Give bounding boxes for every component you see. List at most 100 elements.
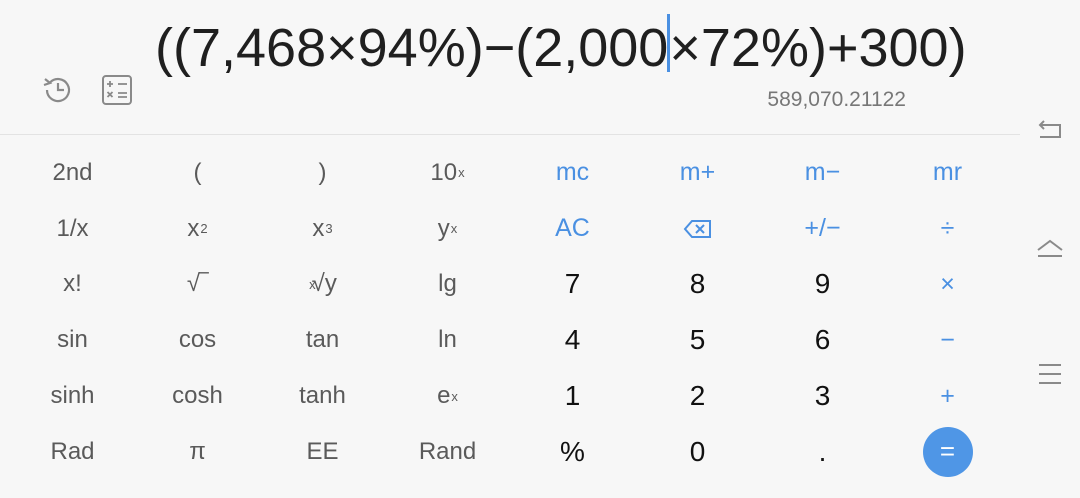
- reciprocal-key[interactable]: 1/x: [10, 201, 135, 257]
- nth-root-label: √y: [311, 270, 337, 298]
- equals-key[interactable]: =: [885, 424, 1010, 480]
- back-icon[interactable]: [1035, 116, 1065, 146]
- tan-key[interactable]: tan: [260, 312, 385, 368]
- cube-base: x: [312, 214, 325, 242]
- digit-9-key[interactable]: 9: [760, 257, 885, 313]
- backspace-icon: [683, 219, 711, 238]
- equals-label: =: [939, 436, 956, 467]
- square-key[interactable]: x2: [135, 201, 260, 257]
- random-label: Rand: [418, 437, 477, 465]
- random-key[interactable]: Rand: [385, 424, 510, 480]
- exp-base: e: [437, 382, 451, 410]
- rad-deg-label: Rad: [50, 437, 95, 465]
- divide-label: ÷: [940, 214, 955, 243]
- digit-8-key[interactable]: 8: [635, 257, 760, 313]
- ten-power-exp: x: [458, 165, 465, 181]
- tanh-key[interactable]: tanh: [260, 368, 385, 424]
- memory-add-key[interactable]: m+: [635, 145, 760, 201]
- subtract-key[interactable]: −: [885, 312, 1010, 368]
- square-root-label: √‾: [186, 270, 209, 298]
- sin-key[interactable]: sin: [10, 312, 135, 368]
- cos-label: cos: [178, 326, 217, 354]
- digit-5-key[interactable]: 5: [635, 312, 760, 368]
- backspace-key[interactable]: [635, 201, 760, 257]
- exponent-entry-label: EE: [306, 437, 339, 465]
- memory-subtract-key[interactable]: m−: [760, 145, 885, 201]
- square-root-key[interactable]: √‾: [135, 257, 260, 313]
- left-paren-key[interactable]: (: [135, 145, 260, 201]
- digit-1-label: 1: [564, 380, 581, 412]
- memory-add-label: m+: [679, 158, 716, 187]
- digit-7-key[interactable]: 7: [510, 257, 635, 313]
- rad-deg-toggle-key[interactable]: Rad: [10, 424, 135, 480]
- decimal-point-label: .: [818, 435, 827, 467]
- digit-7-label: 7: [564, 268, 581, 300]
- home-icon[interactable]: [1035, 233, 1065, 263]
- digit-2-key[interactable]: 2: [635, 368, 760, 424]
- pi-key[interactable]: π: [135, 424, 260, 480]
- exp-key[interactable]: ex: [385, 368, 510, 424]
- all-clear-label: AC: [555, 214, 590, 243]
- nth-root-key[interactable]: x √y: [260, 257, 385, 313]
- recents-menu-icon[interactable]: [1035, 359, 1065, 389]
- add-key[interactable]: +: [885, 368, 1010, 424]
- cube-exp: 3: [325, 221, 333, 237]
- cos-key[interactable]: cos: [135, 312, 260, 368]
- second-function-key[interactable]: 2nd: [10, 145, 135, 201]
- digit-3-label: 3: [814, 380, 831, 412]
- digit-1-key[interactable]: 1: [510, 368, 635, 424]
- log10-label: lg: [438, 270, 457, 298]
- system-navigation-bar: [1020, 0, 1080, 498]
- factorial-key[interactable]: x!: [10, 257, 135, 313]
- cosh-key[interactable]: cosh: [135, 368, 260, 424]
- digit-5-label: 5: [689, 324, 706, 356]
- expression-before-cursor: ((7,468×94%)−(2,000: [155, 18, 669, 78]
- digit-6-label: 6: [814, 324, 831, 356]
- digit-0-key[interactable]: 0: [635, 424, 760, 480]
- ten-power-key[interactable]: 10 x: [385, 145, 510, 201]
- expression-field[interactable]: ((7,468×94%)−(2,000×72%)+300): [155, 12, 967, 84]
- sinh-label: sinh: [50, 382, 95, 410]
- memory-clear-label: mc: [555, 158, 590, 187]
- memory-clear-key[interactable]: mc: [510, 145, 635, 201]
- digit-2-label: 2: [689, 380, 706, 412]
- all-clear-key[interactable]: AC: [510, 201, 635, 257]
- decimal-point-key[interactable]: .: [760, 424, 885, 480]
- square-exp: 2: [200, 221, 208, 237]
- sin-label: sin: [57, 326, 88, 354]
- divide-key[interactable]: ÷: [885, 201, 1010, 257]
- right-paren-key[interactable]: ): [260, 145, 385, 201]
- ln-key[interactable]: ln: [385, 312, 510, 368]
- digit-8-label: 8: [689, 268, 706, 300]
- calculator-screen: ((7,468×94%)−(2,000×72%)+300) 589,070.21…: [0, 0, 1080, 498]
- display-area: ((7,468×94%)−(2,000×72%)+300) 589,070.21…: [0, 0, 1020, 135]
- power-base: y: [437, 214, 450, 242]
- multiply-key[interactable]: ×: [885, 257, 1010, 313]
- square-base: x: [187, 214, 200, 242]
- exp-exp: x: [451, 388, 458, 404]
- result-preview: 589,070.21122: [767, 88, 906, 111]
- add-label: +: [940, 381, 955, 410]
- digit-6-key[interactable]: 6: [760, 312, 885, 368]
- digit-9-label: 9: [814, 268, 831, 300]
- cube-key[interactable]: x3: [260, 201, 385, 257]
- log10-key[interactable]: lg: [385, 257, 510, 313]
- display-divider: [0, 134, 1020, 135]
- memory-recall-key[interactable]: mr: [885, 145, 1010, 201]
- expression-after-cursor: ×72%)+300): [669, 18, 967, 78]
- sign-toggle-key[interactable]: +/−: [760, 201, 885, 257]
- exponent-entry-key[interactable]: EE: [260, 424, 385, 480]
- sign-toggle-label: +/−: [804, 214, 841, 243]
- sinh-key[interactable]: sinh: [10, 368, 135, 424]
- power-key[interactable]: yx: [385, 201, 510, 257]
- digit-4-key[interactable]: 4: [510, 312, 635, 368]
- digit-3-key[interactable]: 3: [760, 368, 885, 424]
- tanh-label: tanh: [299, 382, 346, 410]
- memory-subtract-label: m−: [804, 158, 841, 187]
- factorial-label: x!: [63, 270, 82, 298]
- ten-power-base: 10: [430, 158, 458, 186]
- history-icon[interactable]: [41, 73, 75, 107]
- unit-converter-icon[interactable]: [100, 73, 134, 107]
- percent-key[interactable]: %: [510, 424, 635, 480]
- tan-label: tan: [305, 326, 340, 354]
